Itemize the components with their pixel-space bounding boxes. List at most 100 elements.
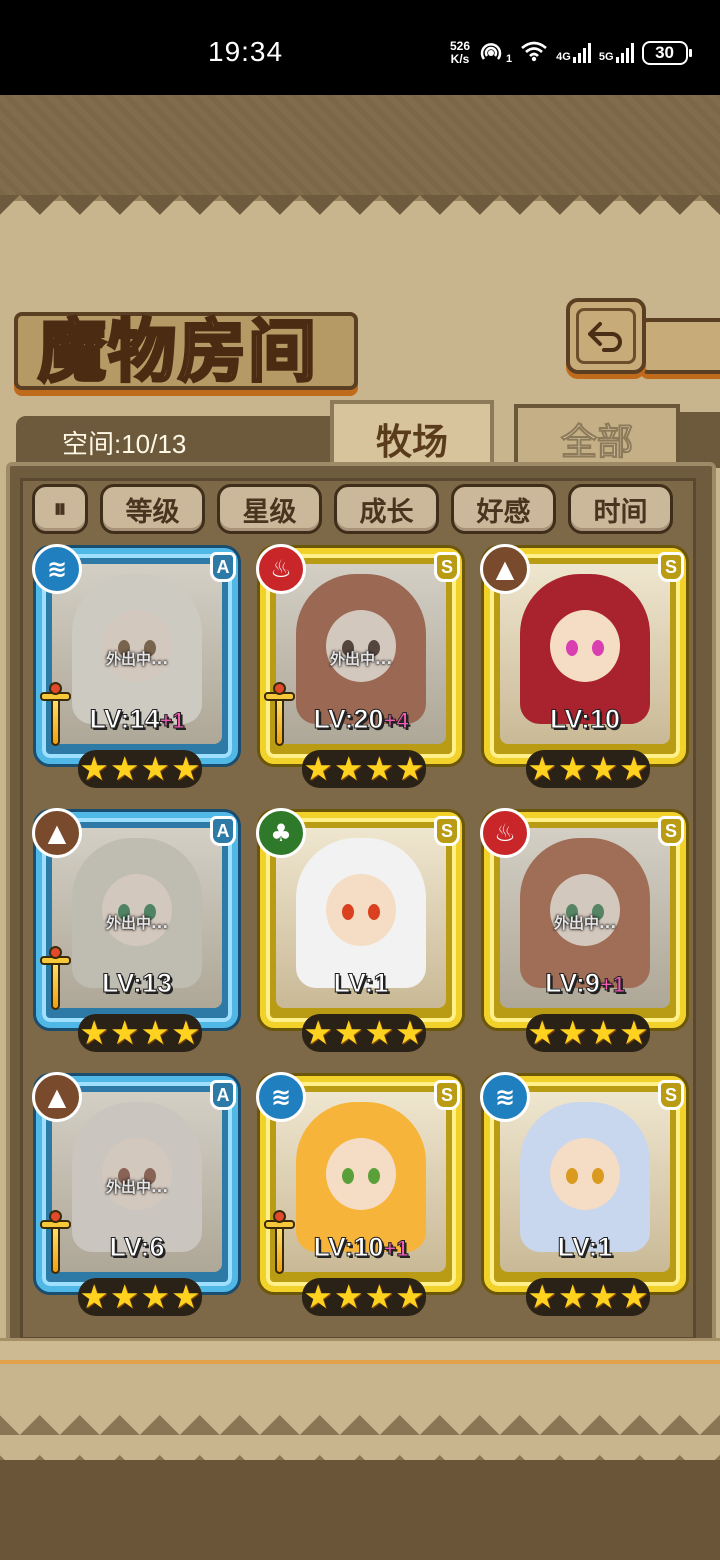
- star-rating: ★ ★ ★ ★: [302, 1278, 426, 1316]
- level-bonus: +1: [599, 972, 626, 998]
- level-bonus: +1: [159, 708, 185, 734]
- wifi-icon: [520, 40, 548, 66]
- battery-icon: 30: [641, 41, 692, 65]
- monster-card[interactable]: ♣ S LV:1 ★ ★ ★ ★: [256, 808, 464, 1054]
- star-icon: ★: [588, 1277, 619, 1316]
- map-background: [0, 95, 720, 195]
- monster-card[interactable]: ≋ S LV:10+1 ★ ★ ★ ★: [256, 1072, 464, 1318]
- star-icon: ★: [109, 1013, 140, 1052]
- back-button-rail: [640, 318, 720, 374]
- star-icon: ★: [364, 749, 395, 788]
- sort-toggle-icon: ⏸: [53, 493, 67, 524]
- earth-element-icon: ▲: [32, 808, 82, 858]
- star-rating: ★ ★ ★ ★: [78, 750, 202, 788]
- level-bonus: +1: [383, 1236, 409, 1262]
- star-icon: ★: [333, 1277, 364, 1316]
- star-icon: ★: [557, 749, 588, 788]
- tab-rail: [680, 412, 720, 468]
- star-icon: ★: [588, 1013, 619, 1052]
- star-icon: ★: [79, 1013, 109, 1052]
- monster-card[interactable]: 外出中... ♨ S LV:20+4 ★ ★ ★ ★: [256, 544, 464, 790]
- back-button[interactable]: [566, 298, 646, 374]
- star-icon: ★: [527, 1013, 557, 1052]
- sort-toggle-button[interactable]: ⏸: [32, 484, 88, 534]
- star-icon: ★: [109, 1277, 140, 1316]
- outing-status: 外出中...: [105, 650, 169, 668]
- status-bar: 19:34 526 K/s 1 4G 5G 30: [0, 0, 720, 95]
- star-icon: ★: [303, 1277, 333, 1316]
- outing-status: 外出中...: [329, 650, 393, 668]
- map-background-bottom: [0, 1460, 720, 1560]
- star-icon: ★: [557, 1013, 588, 1052]
- monster-card[interactable]: 外出中... ≋ A LV:14+1 ★ ★ ★ ★: [32, 544, 240, 790]
- star-icon: ★: [619, 1013, 649, 1052]
- filter-affection-button[interactable]: 好感: [451, 484, 556, 534]
- star-icon: ★: [364, 1277, 395, 1316]
- star-icon: ★: [171, 1277, 201, 1316]
- monster-level: LV:1: [557, 1232, 613, 1263]
- filter-time-button[interactable]: 时间: [568, 484, 673, 534]
- earth-element-icon: ▲: [32, 1072, 82, 1122]
- monster-level: LV:6: [109, 1232, 165, 1263]
- monster-card[interactable]: ≋ S LV:1 ★ ★ ★ ★: [480, 1072, 688, 1318]
- filter-bar: ⏸ 等级 星级 成长 好感 时间: [32, 484, 673, 534]
- star-icon: ★: [79, 749, 109, 788]
- filter-star-button[interactable]: 星级: [217, 484, 322, 534]
- monster-level: LV:1: [333, 968, 389, 999]
- star-rating: ★ ★ ★ ★: [302, 1014, 426, 1052]
- sim2-signal-icon: 5G: [599, 43, 634, 63]
- star-rating: ★ ★ ★ ★: [526, 1278, 650, 1316]
- rank-badge: S: [434, 552, 460, 582]
- monster-level: LV:13: [101, 968, 173, 999]
- monster-card[interactable]: 外出中... ▲ A LV:6 ★ ★ ★ ★: [32, 1072, 240, 1318]
- level-bonus: +4: [383, 708, 409, 734]
- star-icon: ★: [333, 749, 364, 788]
- monster-level: LV:10: [549, 704, 621, 735]
- monster-grid: 外出中... ≋ A LV:14+1 ★ ★ ★ ★ 外出中... ♨ S LV:20+4 ★ ★ ★ ★ ▲ S…: [32, 544, 694, 1326]
- rank-badge: A: [210, 1080, 236, 1110]
- star-rating: ★ ★ ★ ★: [78, 1014, 202, 1052]
- monster-card[interactable]: 外出中... ▲ A LV:13 ★ ★ ★ ★: [32, 808, 240, 1054]
- back-arrow-icon: [576, 308, 636, 364]
- star-icon: ★: [171, 1013, 201, 1052]
- rank-badge: S: [658, 1080, 684, 1110]
- star-icon: ★: [303, 1013, 333, 1052]
- star-icon: ★: [109, 749, 140, 788]
- zigzag-border-bottom: [0, 1405, 720, 1465]
- monster-card[interactable]: 外出中... ♨ S LV:9+1 ★ ★ ★ ★: [480, 808, 688, 1054]
- star-icon: ★: [619, 1277, 649, 1316]
- water-element-icon: ≋: [480, 1072, 530, 1122]
- monster-card[interactable]: ▲ S LV:10 ★ ★ ★ ★: [480, 544, 688, 790]
- rank-badge: A: [210, 552, 236, 582]
- star-rating: ★ ★ ★ ★: [302, 750, 426, 788]
- filter-level-button[interactable]: 等级: [100, 484, 205, 534]
- monster-level: LV:14+1: [89, 704, 185, 735]
- star-icon: ★: [140, 1013, 171, 1052]
- page-title: 魔物房间: [36, 311, 319, 394]
- rank-badge: S: [658, 552, 684, 582]
- star-icon: ★: [364, 1013, 395, 1052]
- star-icon: ★: [527, 1277, 557, 1316]
- water-element-icon: ≋: [32, 544, 82, 594]
- star-icon: ★: [557, 1277, 588, 1316]
- fire-element-icon: ♨: [256, 544, 306, 594]
- network-speed: 526 K/s: [450, 39, 471, 66]
- leaf-element-icon: ♣: [256, 808, 306, 858]
- star-rating: ★ ★ ★ ★: [526, 750, 650, 788]
- filter-growth-button[interactable]: 成长: [334, 484, 439, 534]
- rank-badge: S: [434, 1080, 460, 1110]
- star-icon: ★: [79, 1277, 109, 1316]
- panel-bottom-trim: [0, 1338, 720, 1364]
- fire-element-icon: ♨: [480, 808, 530, 858]
- rank-badge: S: [434, 816, 460, 846]
- hotspot-icon: 1: [478, 41, 512, 65]
- monster-level: LV:10+1: [313, 1232, 409, 1263]
- monster-level: LV:9+1: [544, 968, 626, 999]
- rank-badge: S: [658, 816, 684, 846]
- water-element-icon: ≋: [256, 1072, 306, 1122]
- star-icon: ★: [303, 749, 333, 788]
- rank-badge: A: [210, 816, 236, 846]
- star-icon: ★: [395, 749, 425, 788]
- status-icons: 526 K/s 1 4G 5G 30: [450, 38, 692, 68]
- outing-status: 外出中...: [105, 914, 169, 932]
